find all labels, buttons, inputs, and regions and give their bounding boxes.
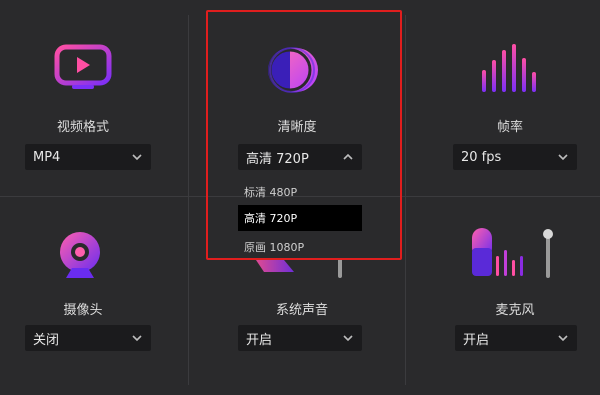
video-format-value: MP4: [33, 149, 61, 165]
microphone-select[interactable]: 开启: [455, 325, 577, 351]
camera-select[interactable]: 关闭: [25, 325, 151, 351]
frame-rate-label: 帧率: [496, 120, 523, 135]
webcam-icon: [52, 228, 108, 288]
video-format-label: 视频格式: [56, 120, 109, 135]
chevron-down-icon: [131, 151, 143, 163]
camera-label: 摄像头: [63, 303, 103, 318]
microphone-label: 麦克风: [495, 303, 535, 318]
frame-rate-select[interactable]: 20 fps: [453, 144, 577, 170]
camera-value: 关闭: [33, 332, 60, 348]
video-format-select[interactable]: MP4: [25, 144, 151, 170]
microphone-value: 开启: [463, 332, 490, 348]
grid-divider: [405, 15, 406, 385]
frame-rate-value: 20 fps: [461, 149, 502, 165]
chevron-down-icon: [557, 151, 569, 163]
microphone-icon: [468, 226, 560, 286]
system-audio-value: 开启: [246, 332, 273, 348]
play-video-icon: [54, 44, 112, 94]
chevron-down-icon: [557, 332, 569, 344]
speaker-icon: [256, 258, 348, 286]
grid-divider: [188, 15, 189, 385]
chevron-down-icon: [342, 332, 354, 344]
highlight-box: [206, 10, 402, 260]
system-audio-label: 系统声音: [275, 303, 328, 318]
system-audio-select[interactable]: 开启: [238, 325, 362, 351]
chevron-down-icon: [131, 332, 143, 344]
frame-rate-bars-icon: [478, 44, 542, 98]
